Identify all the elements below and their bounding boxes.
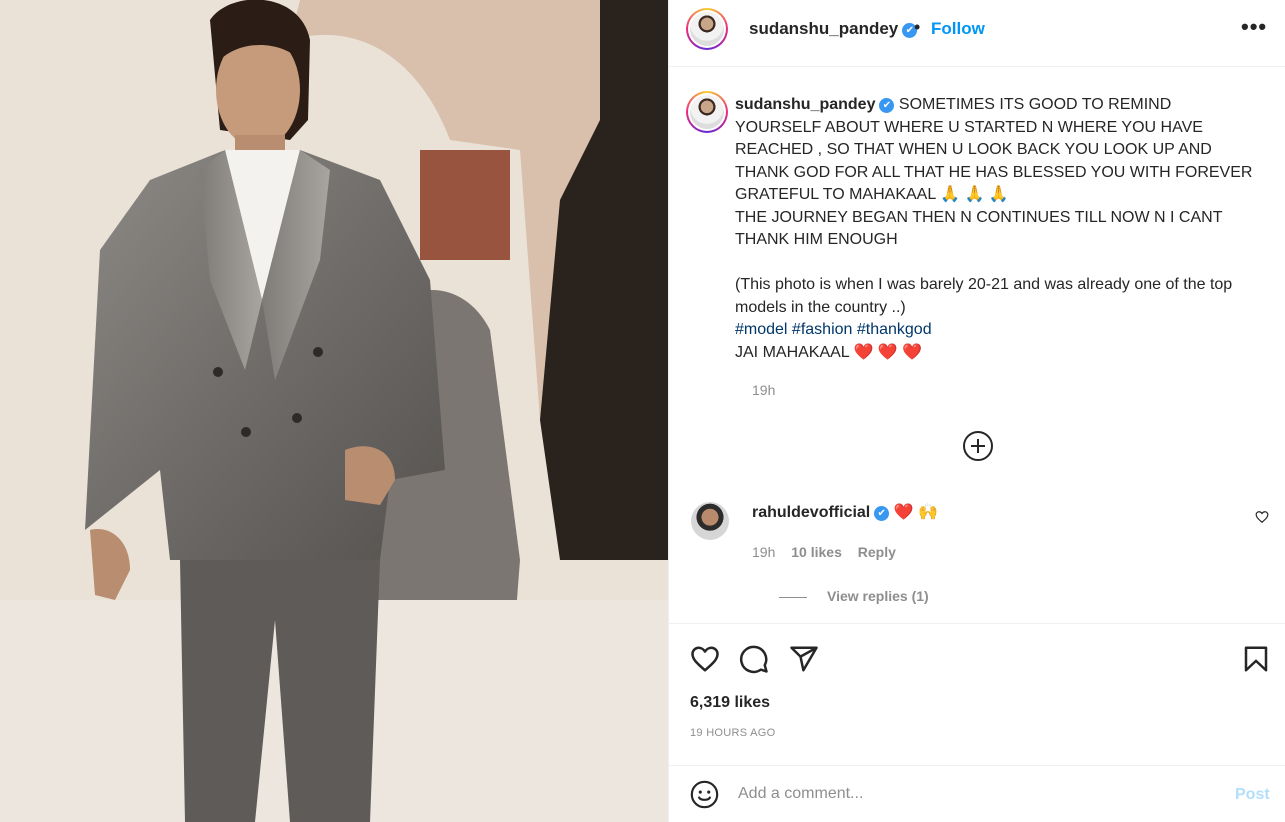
author-username[interactable]: sudanshu_pandey ✔ — [749, 19, 918, 39]
post-timestamp[interactable]: 19 HOURS AGO — [690, 727, 776, 739]
caption-time[interactable]: 19h — [752, 382, 775, 398]
comment-likes[interactable]: 10 likes — [791, 544, 842, 560]
verified-badge-icon: ✔ — [874, 506, 890, 521]
comment-input[interactable] — [738, 780, 1208, 808]
view-replies-button[interactable]: View replies (1) — [779, 588, 929, 604]
likes-count[interactable]: 6,319 likes — [690, 694, 770, 712]
comment-body: ❤️ 🙌 — [889, 504, 938, 521]
caption-body: SOMETIMES ITS GOOD TO REMIND YOURSELF AB… — [735, 96, 1253, 316]
share-icon[interactable] — [789, 644, 819, 674]
comment-icon[interactable] — [739, 644, 769, 674]
commenter-avatar[interactable] — [691, 502, 729, 540]
author-avatar[interactable] — [686, 8, 728, 50]
comment-like-heart-icon[interactable] — [1255, 510, 1269, 524]
comments-section[interactable]: sudanshu_pandey ✔ SOMETIMES ITS GOOD TO R… — [669, 68, 1285, 624]
caption-avatar[interactable] — [686, 91, 728, 133]
caption-username[interactable]: sudanshu_pandey — [735, 96, 875, 113]
post-side-panel: sudanshu_pandey ✔ • Follow ••• sudanshu_p… — [668, 0, 1285, 822]
emoji-icon[interactable] — [690, 780, 719, 809]
replies-divider — [779, 596, 807, 598]
post-comment-button[interactable]: Post — [1235, 786, 1270, 804]
commenter-username[interactable]: rahuldevofficial — [752, 504, 870, 521]
post-photo[interactable] — [0, 0, 668, 822]
more-icon[interactable]: ••• — [1241, 14, 1267, 40]
comment-text: rahuldevofficial ✔ ❤️ 🙌 — [752, 502, 938, 522]
caption-hashtags[interactable]: #model #fashion #thankgod — [735, 321, 932, 338]
add-comment-bar: Post — [669, 765, 1285, 822]
separator-dot: • — [914, 17, 921, 37]
heart-icon[interactable] — [690, 644, 720, 674]
post-actions: 6,319 likes 19 HOURS AGO — [669, 625, 1285, 765]
bookmark-icon[interactable] — [1241, 644, 1271, 674]
view-replies-label: View replies (1) — [827, 588, 929, 604]
comment-meta: 19h 10 likes Reply — [752, 544, 896, 560]
reply-button[interactable]: Reply — [858, 544, 896, 560]
caption-text: sudanshu_pandey ✔ SOMETIMES ITS GOOD TO R… — [735, 94, 1255, 364]
comment-time[interactable]: 19h — [752, 544, 775, 560]
caption-closing: JAI MAHAKAAL ❤️ ❤️ ❤️ — [735, 343, 923, 361]
verified-badge-icon: ✔ — [879, 98, 895, 113]
follow-button[interactable]: Follow — [931, 19, 985, 39]
photo-illustration — [0, 0, 668, 822]
post-header: sudanshu_pandey ✔ • Follow ••• — [669, 0, 1285, 67]
add-circle-icon[interactable] — [963, 431, 993, 461]
